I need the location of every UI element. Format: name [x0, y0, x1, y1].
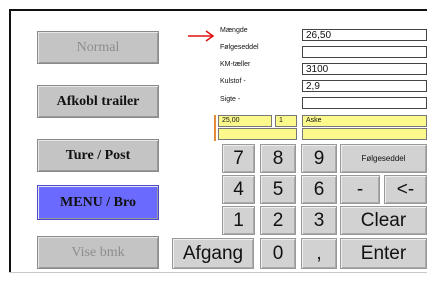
yellow-field-e[interactable]	[302, 128, 427, 140]
kulstof-label: Kulstof -	[220, 78, 246, 85]
key-8[interactable]: 8	[260, 144, 296, 173]
key-4[interactable]: 4	[222, 175, 255, 204]
key-2[interactable]: 2	[260, 206, 296, 235]
key-0[interactable]: 0	[260, 238, 296, 269]
folgeseddel-button[interactable]: Følgeseddel	[340, 144, 427, 173]
km-taeller-field[interactable]: 3100	[302, 63, 427, 75]
sigte-label: Sigte -	[220, 96, 241, 103]
normal-button[interactable]: Normal	[37, 31, 159, 64]
folgeseddel-label: Følgeseddel	[220, 44, 259, 51]
key-7[interactable]: 7	[222, 144, 255, 173]
key-3[interactable]: 3	[301, 206, 337, 235]
kulstof-field[interactable]: 2,9	[302, 80, 427, 92]
km-taeller-label: KM-tæller	[220, 61, 251, 68]
yellow-field-c[interactable]: Aske	[302, 115, 427, 127]
key-6[interactable]: 6	[301, 175, 337, 204]
key-5[interactable]: 5	[260, 175, 296, 204]
maengde-field[interactable]: 26,50	[302, 29, 427, 41]
vise-bmk-button[interactable]: Vise bmk	[37, 236, 159, 269]
key-9[interactable]: 9	[301, 144, 337, 173]
yellow-field-b[interactable]: 1	[275, 115, 297, 127]
menu-bro-button[interactable]: MENU / Bro	[37, 185, 159, 220]
key-1[interactable]: 1	[222, 206, 255, 235]
folgeseddel-field[interactable]	[302, 46, 427, 58]
enter-button[interactable]: Enter	[340, 238, 427, 269]
afgang-button[interactable]: Afgang	[172, 238, 254, 269]
yellow-field-a[interactable]: 25,00	[218, 115, 272, 127]
arrow-right-icon	[188, 30, 215, 42]
comma-key[interactable]: ,	[301, 238, 337, 269]
bottom-divider	[9, 272, 427, 273]
current-row-marker	[214, 115, 216, 141]
sigte-field[interactable]	[302, 97, 427, 109]
maengde-label: Mængde	[220, 27, 248, 34]
backspace-key[interactable]: <-	[384, 175, 427, 204]
minus-key[interactable]: -	[340, 175, 380, 204]
yellow-field-d[interactable]	[218, 128, 297, 140]
ture-post-button[interactable]: Ture / Post	[37, 139, 159, 172]
afkobl-trailer-button[interactable]: Afkobl trailer	[37, 85, 159, 118]
clear-button[interactable]: Clear	[340, 206, 427, 235]
